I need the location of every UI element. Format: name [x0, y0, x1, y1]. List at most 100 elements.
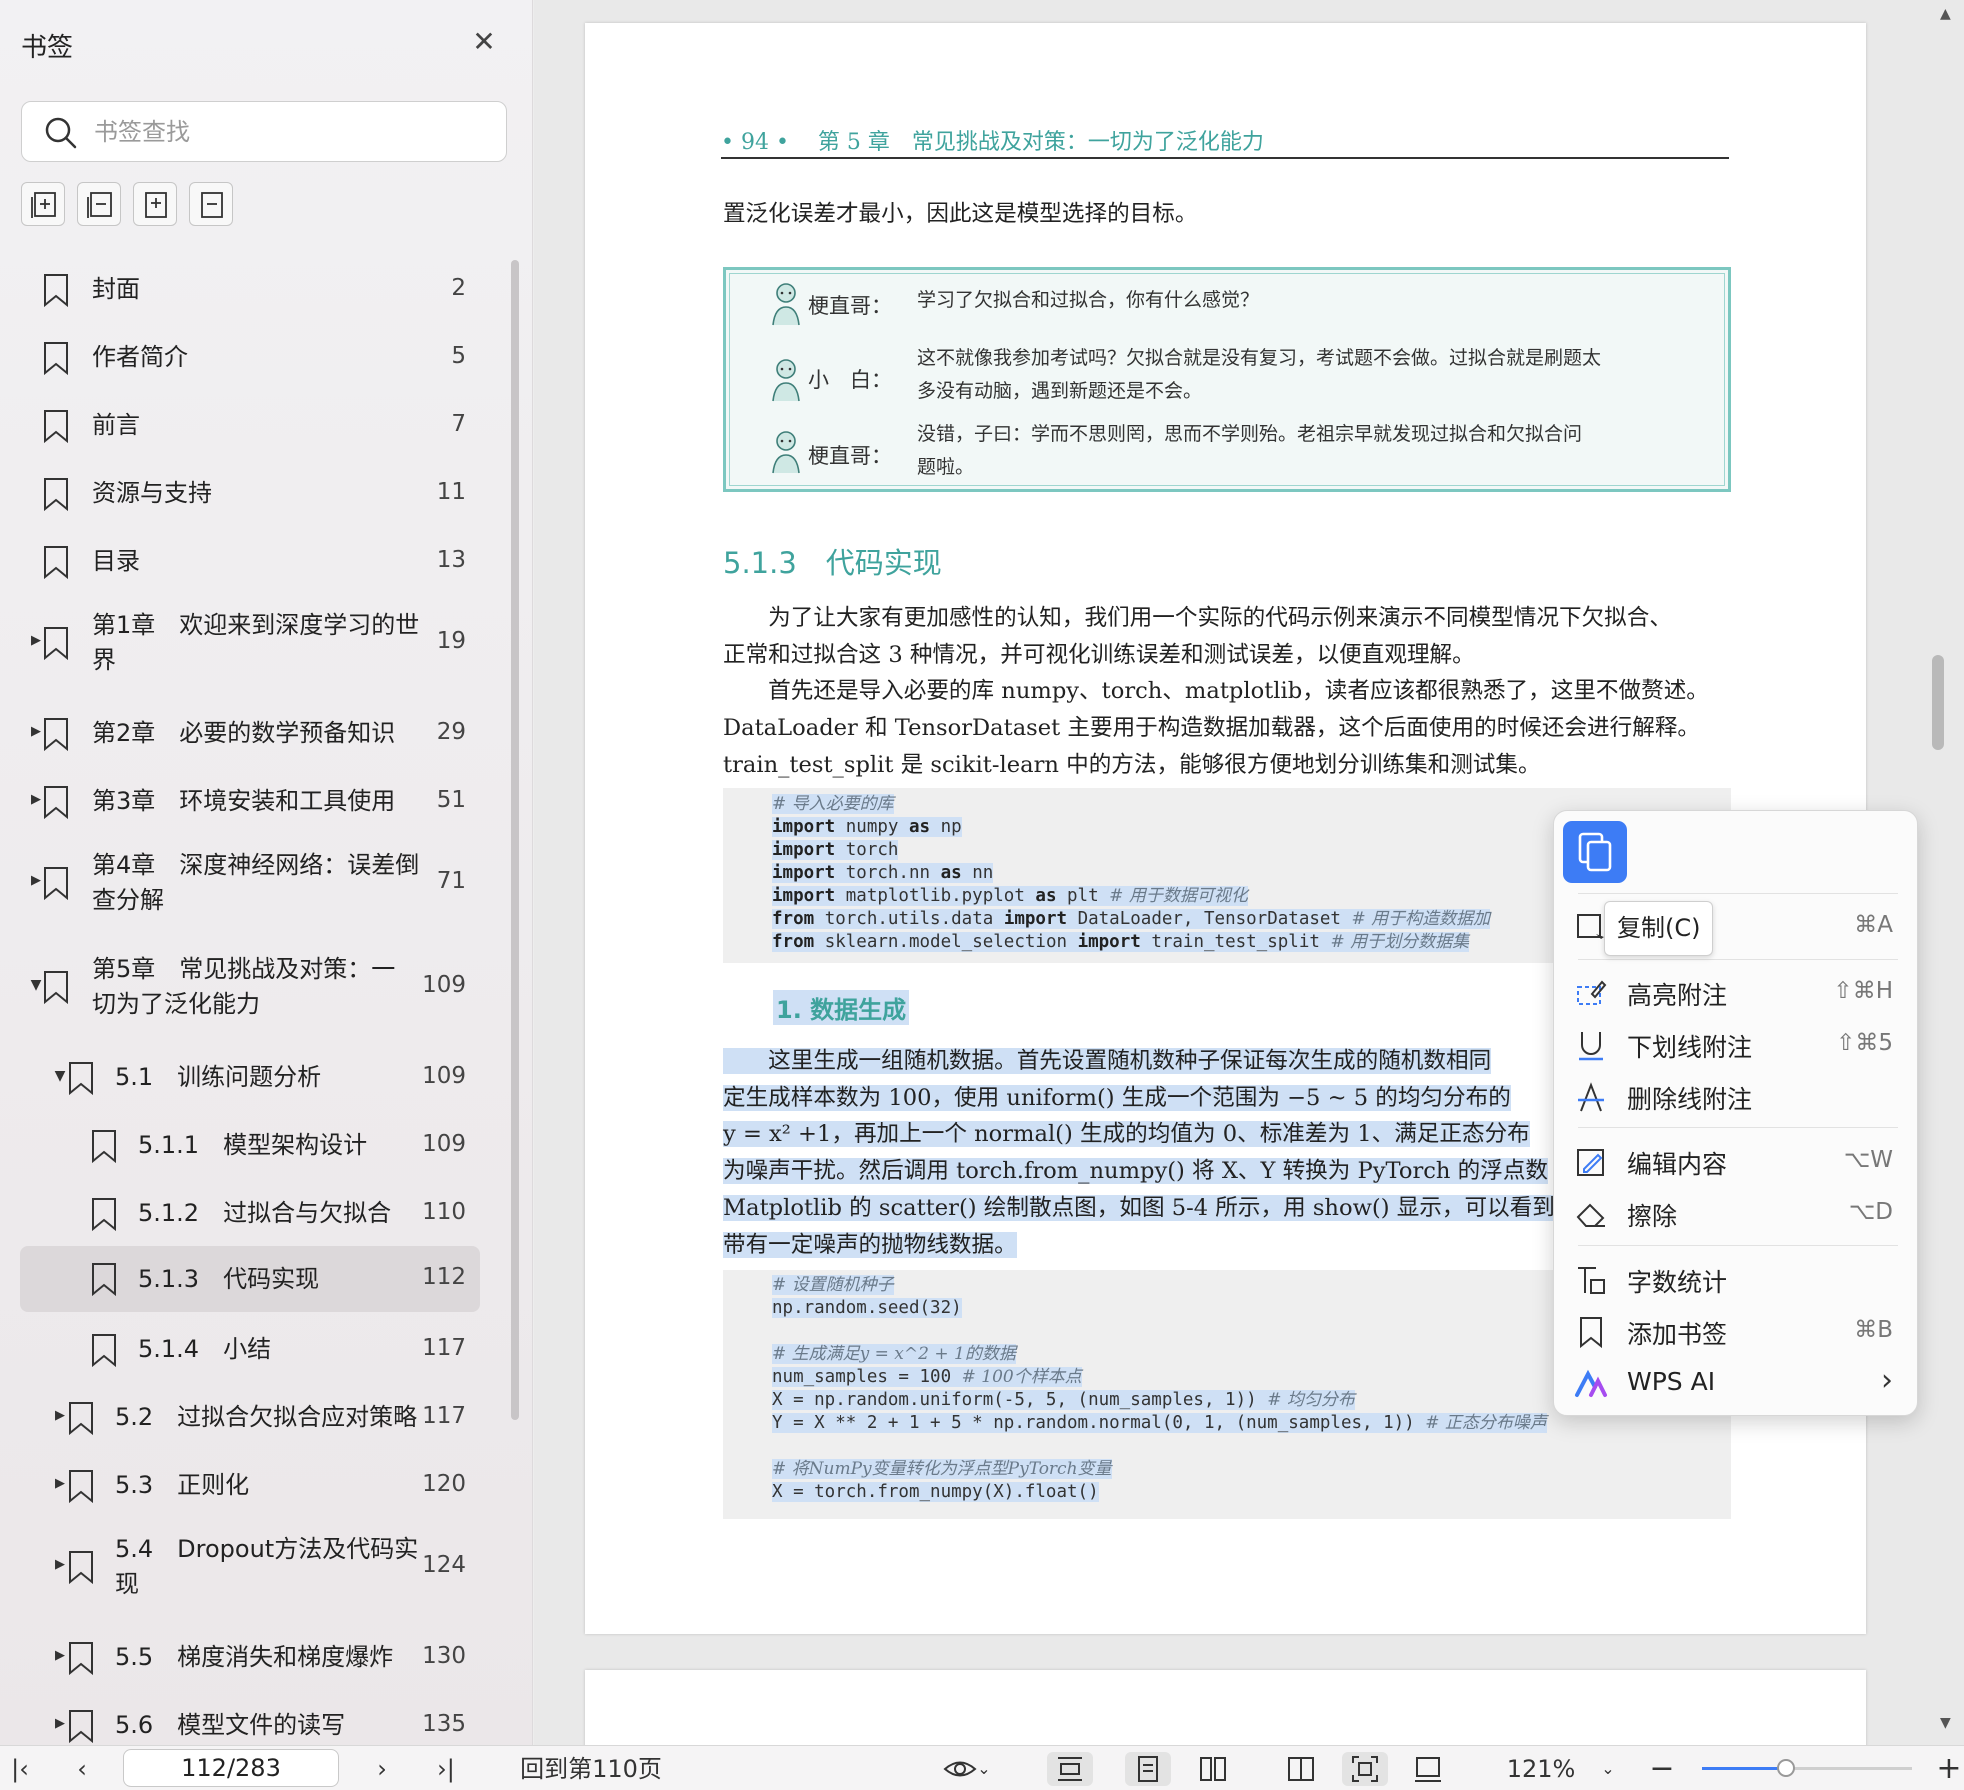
prev-page-icon[interactable]: ‹ [68, 1752, 96, 1786]
single-page-button[interactable] [1125, 1752, 1171, 1786]
collapsed-arrow-icon[interactable]: ▶ [52, 1408, 68, 1423]
chevron-down-icon[interactable]: ⌄ [975, 1752, 993, 1786]
code-comment: # 均匀分布 [1267, 1390, 1355, 1410]
copy-button[interactable] [1563, 821, 1627, 883]
paragraph-line: 定生成样本数为 100，使用 uniform() 生成一个范围为 −5 ~ 5 … [723, 1080, 1511, 1116]
bookmark-page-number: 117 [422, 1334, 466, 1361]
bookmark-item[interactable]: ▶ 第3章 环境安装和工具使用 51 [20, 770, 480, 833]
paragraph-line: 带有一定噪声的抛物线数据。 [723, 1227, 1017, 1263]
bookmark-item[interactable]: 作者简介 5 [20, 326, 480, 389]
bookmark-item[interactable]: 5.1.4 小结 117 [20, 1318, 480, 1381]
bookmark-item[interactable]: 目录 13 [20, 530, 480, 593]
code-keyword: as [940, 863, 962, 883]
bookmark-page-number: 124 [422, 1552, 466, 1578]
menu-item-word-count[interactable]: 字数统计 [1554, 1255, 1917, 1305]
first-page-icon[interactable]: |‹ [6, 1752, 34, 1786]
fit-page-icon [1352, 1756, 1378, 1782]
menu-item-strikethrough-note[interactable]: 删除线附注 [1554, 1072, 1917, 1122]
bookmark-item[interactable]: 前言 7 [20, 394, 480, 457]
bookmark-item[interactable]: ▼ 第5章 常见挑战及对策：一 切为了泛化能力 109 [20, 942, 480, 1032]
menu-item-label: 删除线附注 [1627, 1085, 1753, 1114]
zoom-level[interactable]: 121% [1504, 1752, 1578, 1786]
last-page-icon[interactable]: ›| [430, 1752, 462, 1786]
code-line: import torch [772, 839, 899, 861]
collapsed-arrow-icon[interactable]: ▶ [52, 1648, 68, 1663]
bookmark-item[interactable]: ▶ 5.5 梯度消失和梯度爆炸 130 [20, 1626, 480, 1689]
code-comment: # 正态分布噪声 [1425, 1413, 1547, 1433]
expanded-arrow-icon[interactable]: ▼ [52, 1068, 68, 1084]
bookmark-item[interactable]: ▶ 5.3 正则化 120 [20, 1454, 480, 1517]
bookmark-item[interactable]: ▶ 第4章 深度神经网络：误差倒 查分解 71 [20, 838, 480, 928]
bookmark-page-number: 135 [422, 1710, 466, 1737]
bookmark-item[interactable]: ▶ 5.4 Dropout方法及代码实现 124 [20, 1522, 480, 1612]
character-avatar [768, 428, 804, 474]
book-mode-button[interactable] [1278, 1752, 1324, 1786]
fullscreen-button[interactable] [1405, 1752, 1451, 1786]
bookmark-item[interactable]: ▶ 第2章 必要的数学预备知识 29 [20, 702, 480, 765]
bookmark-item[interactable]: ▶ 第1章 欢迎来到深度学习的世界 19 [20, 598, 480, 688]
collapsed-arrow-icon[interactable]: ▶ [52, 1716, 68, 1731]
bookmark-item[interactable]: 封面 2 [20, 258, 480, 321]
bookmark-toggle-button[interactable] [189, 182, 233, 226]
bookmark-search-input[interactable] [94, 110, 489, 154]
code-keyword: as [908, 817, 931, 837]
scroll-down-arrow[interactable]: ▼ [1940, 1715, 1951, 1731]
menu-item-add-bookmark[interactable]: 添加书签 ⌘B [1554, 1307, 1917, 1357]
next-page-icon[interactable]: › [368, 1752, 396, 1786]
paragraph-line: 首先还是导入必要的库 numpy、torch、matplotlib，读者应该都很… [723, 678, 1709, 705]
code-text: import matplotlib.pyplot as plt # 用于数据可视… [772, 886, 1248, 906]
code-keyword: import [772, 817, 836, 837]
zoom-slider[interactable] [1702, 1759, 1912, 1777]
code-token: torch.nn [835, 863, 941, 883]
menu-item-underline-note[interactable]: 下划线附注 ⇧⌘5 [1554, 1020, 1917, 1070]
bookmark-page-number: 120 [422, 1470, 466, 1497]
code-comment: # 用于构造数据加 [1351, 909, 1491, 929]
zoom-slider-handle[interactable] [1777, 1759, 1795, 1777]
bookmark-item[interactable]: ▼ 5.1 训练问题分析 109 [20, 1046, 480, 1109]
bookmark-item[interactable]: 5.1.1 模型架构设计 109 [20, 1114, 480, 1177]
code-token: nn [961, 863, 994, 883]
menu-separator [1578, 1127, 1898, 1128]
document-scrollbar[interactable] [1932, 655, 1944, 750]
menu-item-label: 添加书签 [1627, 1320, 1728, 1349]
menu-item-wps-ai[interactable]: WPS AI › [1554, 1359, 1917, 1409]
zoom-chevron-down-icon[interactable]: ⌄ [1598, 1752, 1618, 1786]
bookmark-item[interactable]: 资源与支持 11 [20, 462, 480, 525]
two-page-button[interactable] [1190, 1752, 1236, 1786]
bookmark-page-number: 112 [422, 1264, 466, 1290]
menu-item-label: 编辑内容 [1627, 1150, 1728, 1179]
scroll-up-arrow[interactable]: ▲ [1940, 6, 1951, 22]
close-icon[interactable]: ✕ [470, 28, 498, 56]
bookmark-item[interactable]: ▶ 5.2 过拟合欠拟合应对策略 117 [20, 1386, 480, 1449]
zoom-in-icon[interactable]: + [1936, 1752, 1962, 1786]
bookmark-item[interactable]: 5.1.2 过拟合与欠拟合 110 [20, 1182, 480, 1245]
code-token: torch.utils.data [814, 909, 1004, 929]
collapse-all-button[interactable] [77, 182, 121, 226]
paragraph-line: DataLoader 和 TensorDataset 主要用于构造数据加载器，这… [723, 715, 1701, 742]
bookmark-search-box[interactable] [21, 101, 507, 162]
sidebar-scrollbar[interactable] [511, 260, 519, 1420]
menu-item-edit-content[interactable]: 编辑内容 ⌥W [1554, 1137, 1917, 1187]
back-to-page-link[interactable]: 回到第110页 [516, 1752, 666, 1786]
expand-all-button[interactable] [21, 182, 65, 226]
section-title: 5.1.3 代码实现 [723, 546, 942, 580]
code-token: matplotlib.pyplot [835, 886, 1036, 906]
bookmark-label-continued: 切为了泛化能力 [92, 990, 260, 1018]
collapsed-arrow-icon[interactable]: ▶ [52, 1476, 68, 1491]
bookmark-item[interactable]: 5.1.3 代码实现 112 [20, 1246, 480, 1312]
add-bookmark-button[interactable] [133, 182, 177, 226]
menu-item-highlight-note[interactable]: 高亮附注 ⇧⌘H [1554, 968, 1917, 1018]
collapsed-arrow-icon[interactable]: ▶ [52, 1557, 68, 1572]
menu-item-label: 擦除 [1627, 1202, 1678, 1231]
header-rule [721, 157, 1729, 159]
menu-item-erase[interactable]: 擦除 ⌥D [1554, 1189, 1917, 1239]
dialog-line: 没错，子曰：学而不思则罔，思而不学则殆。老祖宗早就发现过拟合和欠拟合问 [917, 423, 1583, 445]
selected-text: 为噪声干扰。然后调用 torch.from_numpy() 将 X、Y 转换为 … [723, 1158, 1549, 1185]
fit-page-button[interactable] [1342, 1752, 1388, 1786]
code-line: # 导入必要的库 [772, 793, 894, 815]
zoom-out-icon[interactable]: − [1648, 1752, 1676, 1786]
menu-item-label: 下划线附注 [1627, 1033, 1753, 1062]
page-number-input[interactable]: 112/283 [123, 1749, 339, 1787]
bookmark-page-number: 29 [436, 718, 466, 745]
fit-width-button[interactable] [1047, 1752, 1093, 1786]
